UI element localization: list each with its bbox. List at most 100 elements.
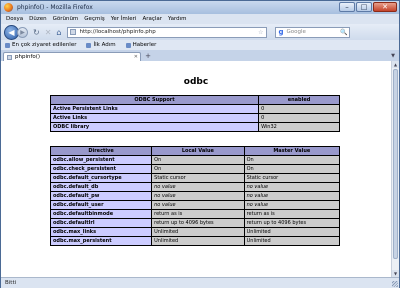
resize-grip-icon[interactable]	[392, 281, 398, 287]
local-value: return as is	[151, 209, 245, 219]
maximize-button[interactable]: □	[356, 2, 372, 12]
column-header: ODBC Support	[49, 95, 260, 105]
row-key: Active Links	[49, 113, 260, 123]
close-button[interactable]: ✕	[373, 2, 397, 12]
odbc-support-table: ODBC Support enabled Active Persistent L…	[49, 95, 340, 132]
page-title: odbc	[183, 77, 209, 87]
odbc-directive-table: Directive Local Value Master Value odbc.…	[49, 146, 341, 246]
directive-name: odbc.default_pw	[49, 191, 153, 201]
tab-favicon-icon	[7, 54, 12, 60]
local-value: no value	[151, 182, 245, 192]
reload-icon[interactable]: ↻	[33, 28, 40, 37]
master-value: return as is	[243, 209, 341, 219]
menu-view[interactable]: Görünüm	[53, 16, 79, 22]
menu-history[interactable]: Geçmiş	[84, 16, 104, 22]
local-value: On	[151, 164, 245, 174]
row-key: Active Persistent Links	[49, 104, 260, 114]
table-row: odbc.default_cursortype Static cursor Stat…	[49, 173, 341, 183]
table-row: Active Links 0	[49, 113, 340, 123]
row-value: Win32	[258, 122, 340, 132]
forward-button[interactable]: ▶	[17, 26, 28, 38]
google-logo-icon[interactable]: g	[278, 28, 283, 36]
directive-name: odbc.default_cursortype	[49, 173, 153, 183]
stop-icon[interactable]: ✕	[45, 28, 52, 37]
scroll-down-arrow-icon[interactable]: ▼	[392, 270, 399, 277]
table-header-row: ODBC Support enabled	[49, 95, 340, 105]
table-row: odbc.max_links Unlimited Unlimited	[49, 227, 341, 237]
tab-bar: phpinfo() ✕ + ▼	[1, 50, 399, 61]
directive-name: odbc.max_links	[49, 227, 153, 237]
menu-edit[interactable]: Düzen	[29, 16, 46, 22]
row-key: ODBC library	[49, 122, 260, 132]
menu-file[interactable]: Dosya	[6, 16, 23, 22]
search-input[interactable]: Google	[287, 29, 306, 35]
rss-feed-icon	[125, 42, 131, 48]
table-row: Active Persistent Links 0	[49, 104, 340, 114]
menu-tools[interactable]: Araçlar	[142, 16, 162, 22]
tab-close-icon[interactable]: ✕	[134, 54, 138, 60]
window-title: phpinfo() - Mozilla Firefox	[17, 4, 93, 11]
address-bar[interactable]: http://localhost/phpinfo.php ☆	[67, 26, 268, 38]
directive-name: odbc.check_persistent	[49, 164, 153, 174]
table-row: odbc.allow_persistent On On	[49, 155, 341, 165]
home-icon[interactable]: ⌂	[56, 28, 61, 37]
master-value: no value	[243, 200, 341, 210]
menu-bookmarks[interactable]: Yer İmleri	[111, 16, 137, 22]
local-value: Static cursor	[151, 173, 245, 183]
bookmark-star-icon[interactable]: ☆	[258, 29, 263, 36]
column-header: Local Value	[151, 146, 245, 156]
column-header: Directive	[49, 146, 153, 156]
local-value: return up to 4096 bytes	[151, 218, 245, 228]
master-value: no value	[243, 191, 341, 201]
local-value: Unlimited	[151, 227, 245, 237]
tab-phpinfo[interactable]: phpinfo() ✕	[3, 52, 141, 61]
table-row: odbc.default_user no value no value	[49, 200, 341, 210]
master-value: On	[243, 164, 341, 174]
status-text: Bitti	[5, 280, 17, 286]
search-icon[interactable]: 🔍	[340, 29, 347, 36]
master-value: Static cursor	[243, 173, 341, 183]
table-row: ODBC library Win32	[49, 122, 340, 132]
directive-name: odbc.default_db	[49, 182, 153, 192]
menu-help[interactable]: Yardım	[168, 16, 187, 22]
vertical-scrollbar[interactable]: ▲ ▼	[391, 61, 399, 277]
bookmarks-toolbar: En çok ziyaret edilenler İlk Adım Haberl…	[1, 40, 399, 50]
bookmark-label: İlk Adım	[93, 42, 116, 48]
minimize-button[interactable]: –	[339, 2, 355, 12]
tab-list-button[interactable]: ▼	[389, 52, 397, 60]
table-header-row: Directive Local Value Master Value	[49, 146, 341, 156]
table-row: odbc.defaultbinmode return as is return as…	[49, 209, 341, 219]
page-favicon-icon	[70, 29, 77, 35]
search-bar[interactable]: g Google 🔍	[275, 26, 351, 38]
row-value: 0	[258, 113, 340, 123]
firefox-logo-icon	[4, 3, 13, 12]
status-bar: Bitti	[1, 277, 399, 288]
row-value: 0	[258, 104, 340, 114]
local-value: no value	[151, 191, 245, 201]
table-row: odbc.max_persistent Unlimited Unlimited	[49, 236, 341, 246]
master-value: Unlimited	[243, 227, 341, 237]
directive-name: odbc.default_user	[49, 200, 153, 210]
master-value: On	[243, 155, 341, 165]
local-value: On	[151, 155, 245, 165]
table-row: odbc.defaultlrl return up to 4096 bytes re…	[49, 218, 341, 228]
bookmark-news[interactable]: Haberler	[125, 42, 156, 48]
navigation-toolbar: ◀ ▶ ↻ ✕ ⌂ http://localhost/phpinfo.php ☆…	[1, 24, 399, 40]
local-value: no value	[151, 200, 245, 210]
directive-name: odbc.defaultbinmode	[49, 209, 153, 219]
browser-window: phpinfo() - Mozilla Firefox – □ ✕ Dosya …	[0, 0, 400, 288]
directive-name: odbc.defaultlrl	[49, 218, 153, 228]
bookmark-label: En çok ziyaret edilenler	[12, 42, 77, 48]
directive-name: odbc.allow_persistent	[49, 155, 153, 165]
bookmark-getting-started[interactable]: İlk Adım	[86, 42, 116, 48]
menu-bar: Dosya Düzen Görünüm Geçmiş Yer İmleri Ar…	[1, 14, 399, 24]
new-tab-button[interactable]: +	[143, 52, 153, 61]
table-row: odbc.check_persistent On On	[49, 164, 341, 174]
scrollbar-thumb[interactable]	[393, 69, 398, 259]
title-bar: phpinfo() - Mozilla Firefox – □ ✕	[1, 1, 399, 14]
bookmark-most-visited[interactable]: En çok ziyaret edilenler	[5, 42, 76, 48]
table-row: odbc.default_db no value no value	[49, 182, 341, 192]
column-header: enabled	[258, 95, 340, 105]
url-text[interactable]: http://localhost/phpinfo.php	[79, 29, 155, 35]
scroll-up-arrow-icon[interactable]: ▲	[392, 61, 399, 68]
